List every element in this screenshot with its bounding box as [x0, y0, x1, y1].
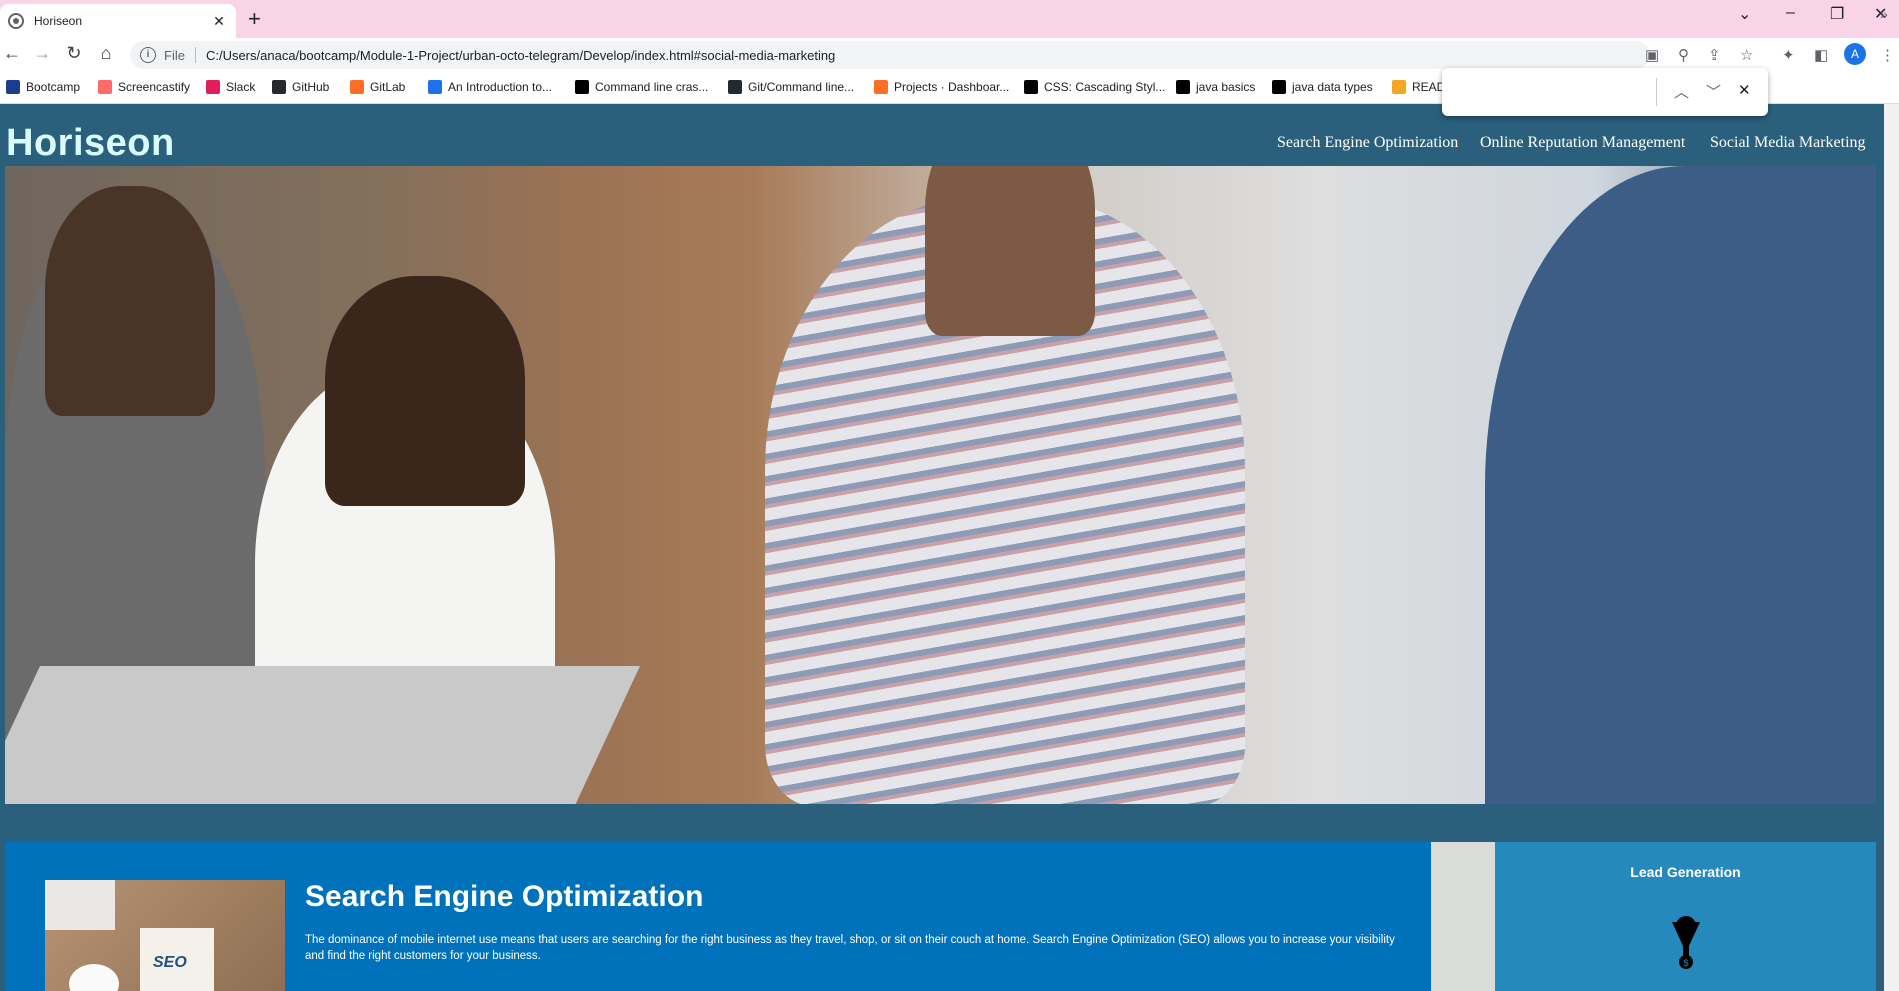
- bookmark-item[interactable]: Projects · Dashboar...: [874, 80, 1009, 94]
- nav-link-reputation[interactable]: Online Reputation Management: [1480, 134, 1685, 152]
- svg-text:$: $: [1683, 958, 1688, 968]
- bookmark-favicon-icon: [6, 80, 20, 94]
- site-logo[interactable]: Horiseon: [6, 122, 175, 165]
- side-panel-icon[interactable]: ◧: [1814, 46, 1828, 64]
- restore-icon[interactable]: ❐: [1830, 4, 1844, 24]
- home-icon[interactable]: ⌂: [94, 43, 118, 64]
- bookmark-favicon-icon: [575, 80, 589, 94]
- hero-person-1-head: [45, 186, 215, 416]
- find-previous-icon[interactable]: ︿: [1674, 81, 1689, 102]
- reload-icon[interactable]: ↻: [62, 43, 86, 64]
- seo-image-keyboard: [45, 880, 115, 930]
- lead-generation-title: Lead Generation: [1630, 864, 1741, 880]
- bookmark-item[interactable]: java basics: [1176, 80, 1255, 94]
- extensions-icon[interactable]: ✦: [1782, 46, 1795, 64]
- bookmark-label: CSS: Cascading Styl...: [1044, 80, 1166, 94]
- page-scrollbar[interactable]: [1884, 104, 1899, 991]
- more-bookmarks-icon[interactable]: »: [1880, 6, 1888, 22]
- find-close-icon[interactable]: ✕: [1738, 81, 1751, 99]
- bookmark-item[interactable]: CSS: Cascading Styl...: [1024, 80, 1165, 94]
- bookmark-label: Git/Command line...: [748, 80, 855, 94]
- bookmark-favicon-icon: [428, 80, 442, 94]
- bookmark-favicon-icon: [272, 80, 286, 94]
- nav-link-seo[interactable]: Search Engine Optimization: [1277, 134, 1458, 152]
- bookmark-item[interactable]: READ: [1392, 80, 1445, 94]
- hero-person-4: [1485, 166, 1876, 804]
- bookmark-item[interactable]: GitLab: [350, 80, 405, 94]
- seo-section: SEO Search Engine Optimization The domin…: [5, 842, 1431, 991]
- bookmark-favicon-icon: [874, 80, 888, 94]
- minimize-icon[interactable]: –: [1786, 4, 1795, 22]
- browser-tab[interactable]: Horiseon ✕: [0, 4, 236, 38]
- bookmark-label: Bootcamp: [26, 80, 81, 94]
- address-divider: [194, 47, 196, 63]
- page-action-icon[interactable]: ▣: [1645, 46, 1659, 64]
- tab-close-icon[interactable]: ✕: [210, 13, 228, 30]
- bookmark-label: Projects · Dashboar...: [894, 80, 1010, 94]
- bookmark-star-icon[interactable]: ☆: [1740, 46, 1753, 64]
- tab-search-icon[interactable]: ⌄: [1738, 4, 1751, 24]
- bookmark-favicon-icon: [98, 80, 112, 94]
- bookmark-label: Command line cras...: [595, 80, 709, 94]
- bookmark-favicon-icon: [206, 80, 220, 94]
- url-text[interactable]: C:/Users/anaca/bootcamp/Module-1-Project…: [206, 48, 835, 63]
- bookmark-item[interactable]: java data types: [1272, 80, 1373, 94]
- bookmark-label: An Introduction to...: [448, 80, 553, 94]
- find-bar: ︿ ﹀ ✕: [1442, 68, 1768, 116]
- content-row: SEO Search Engine Optimization The domin…: [5, 842, 1876, 991]
- bookmark-item[interactable]: Bootcamp: [6, 80, 80, 94]
- bookmark-item[interactable]: Git/Command line...: [728, 80, 854, 94]
- lead-funnel-icon: $: [1672, 916, 1700, 969]
- share-icon[interactable]: ⇪: [1708, 46, 1721, 64]
- info-icon[interactable]: i: [140, 47, 156, 63]
- bookmark-label: Screencastify: [118, 80, 191, 94]
- tab-title: Horiseon: [34, 14, 83, 28]
- bookmark-favicon-icon: [1272, 80, 1286, 94]
- bookmark-label: GitLab: [370, 80, 406, 94]
- url-scheme-label: File: [164, 47, 185, 63]
- bookmark-favicon-icon: [1024, 80, 1038, 94]
- bookmark-item[interactable]: An Introduction to...: [428, 80, 552, 94]
- hero-laptop: [5, 666, 640, 804]
- bookmark-label: GitHub: [292, 80, 330, 94]
- bookmark-label: java data types: [1292, 80, 1373, 94]
- bookmark-item[interactable]: GitHub: [272, 80, 329, 94]
- hero-image: [5, 166, 1876, 804]
- find-divider: [1656, 78, 1657, 106]
- back-icon[interactable]: ←: [0, 43, 24, 64]
- profile-avatar[interactable]: A: [1844, 43, 1866, 65]
- find-next-icon[interactable]: ﹀: [1706, 81, 1721, 102]
- tab-strip: Horiseon ✕ + ⌄ – ❐ ✕: [0, 0, 1899, 38]
- page-content: Horiseon Search Engine Optimization Onli…: [0, 104, 1899, 991]
- bookmark-item[interactable]: Command line cras...: [575, 80, 708, 94]
- bookmark-item[interactable]: Screencastify: [98, 80, 190, 94]
- browser-toolbar: ← → ↻ ⌂ i File C:/Users/anaca/bootcamp/M…: [0, 38, 1899, 72]
- bookmark-item[interactable]: Slack: [206, 80, 255, 94]
- bookmark-label: READ: [1412, 80, 1446, 94]
- hero-person-3-head: [925, 166, 1095, 336]
- address-bar[interactable]: i File C:/Users/anaca/bootcamp/Module-1-…: [130, 41, 1650, 69]
- menu-icon[interactable]: ⋮: [1880, 46, 1895, 64]
- seo-image-cup: [69, 964, 119, 991]
- zoom-icon[interactable]: ⚲: [1678, 46, 1689, 64]
- forward-icon[interactable]: →: [30, 43, 54, 64]
- new-tab-button[interactable]: +: [248, 6, 261, 32]
- bookmark-favicon-icon: [728, 80, 742, 94]
- seo-heading: Search Engine Optimization: [305, 880, 704, 913]
- seo-image: SEO: [45, 880, 285, 991]
- bookmark-label: java basics: [1196, 80, 1256, 94]
- bookmark-favicon-icon: [350, 80, 364, 94]
- bookmark-label: Slack: [226, 80, 256, 94]
- lead-generation-card: Lead Generation $: [1495, 842, 1876, 991]
- seo-description: The dominance of mobile internet use mea…: [305, 934, 1395, 962]
- nav-link-social-media[interactable]: Social Media Marketing: [1710, 134, 1866, 152]
- hero-person-2-head: [325, 276, 525, 506]
- globe-icon: [8, 13, 24, 29]
- bookmark-favicon-icon: [1176, 80, 1190, 94]
- seo-image-text: SEO: [153, 954, 187, 971]
- bookmark-favicon-icon: [1392, 80, 1406, 94]
